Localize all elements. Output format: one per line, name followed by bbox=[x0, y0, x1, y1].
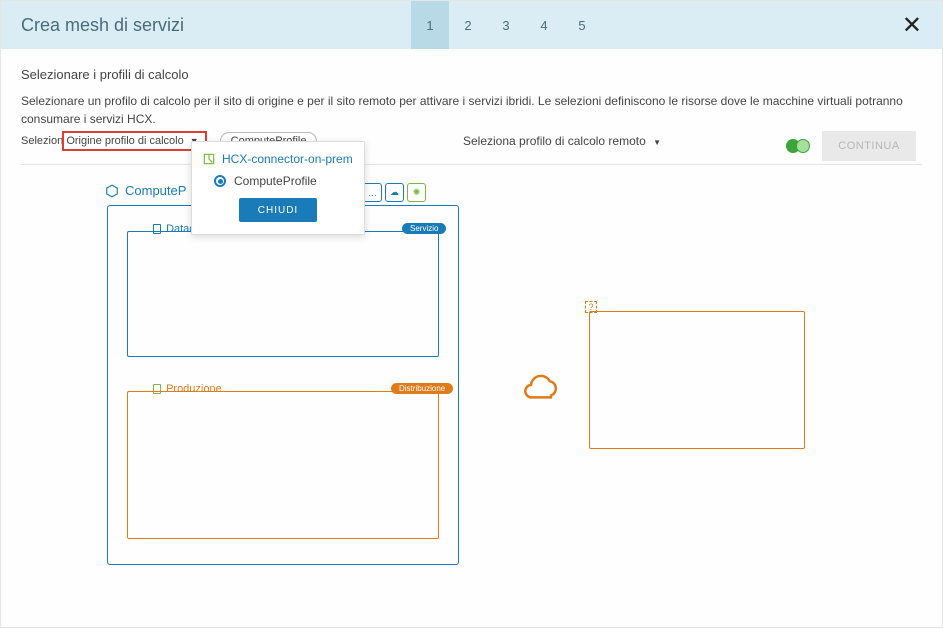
connector-icon bbox=[202, 152, 216, 166]
popover-option-label: ComputeProfile bbox=[234, 174, 317, 188]
close-icon[interactable]: ✕ bbox=[902, 11, 922, 40]
service-icon-5: ✺ bbox=[407, 183, 426, 202]
popover-option[interactable]: ComputeProfile bbox=[214, 174, 354, 188]
radio-selected-icon bbox=[214, 175, 226, 187]
cloud-icon bbox=[521, 373, 561, 403]
divider-line bbox=[21, 164, 922, 165]
popover-header-text: HCX-connector-on-prem bbox=[222, 152, 353, 166]
chevron-down-icon: ▼ bbox=[653, 138, 661, 147]
remote-container-box bbox=[589, 311, 805, 449]
compute-profile-header-label: ComputeP bbox=[125, 183, 186, 198]
distribution-badge: Distribuzione bbox=[391, 383, 453, 394]
diagram-canvas: ComputeP ⚡ •• … ☁ ✺ Datac Servizio Produ… bbox=[1, 183, 942, 603]
remote-profile-dropdown[interactable]: Seleziona profilo di calcolo remoto ▼ bbox=[463, 134, 661, 148]
step-2[interactable]: 2 bbox=[449, 1, 487, 49]
wizard-steps: 1 2 3 4 5 bbox=[411, 1, 601, 49]
origin-profile-dropdown-label: Origine profilo di calcolo bbox=[66, 133, 183, 149]
continue-button[interactable]: CONTINUA bbox=[822, 131, 916, 161]
status-toggle-icon[interactable] bbox=[786, 139, 810, 153]
profile-popover: HCX-connector-on-prem ComputeProfile CHI… bbox=[191, 141, 365, 235]
service-badge: Servizio bbox=[402, 223, 446, 234]
datacenter-box bbox=[127, 231, 439, 357]
section-description: Selezionare un profilo di calcolo per il… bbox=[21, 92, 922, 128]
step-5[interactable]: 5 bbox=[563, 1, 601, 49]
section-subtitle: Selezionare i profili di calcolo bbox=[21, 67, 922, 82]
service-icon-4: ☁ bbox=[385, 183, 404, 202]
status-dot-off bbox=[796, 139, 810, 153]
popover-close-button[interactable]: CHIUDI bbox=[239, 198, 317, 222]
production-box bbox=[127, 391, 439, 539]
popover-header: HCX-connector-on-prem bbox=[202, 152, 354, 166]
origin-profile-dropdown[interactable]: Origine profilo di calcolo ▼ bbox=[63, 132, 205, 150]
step-4[interactable]: 4 bbox=[525, 1, 563, 49]
service-icon-3: … bbox=[363, 183, 382, 202]
header-right-actions: CONTINUA bbox=[786, 131, 916, 161]
origin-prefix-label: Selezione bbox=[21, 135, 69, 147]
step-3[interactable]: 3 bbox=[487, 1, 525, 49]
remote-profile-label: Seleziona profilo di calcolo remoto bbox=[463, 134, 646, 148]
hexagon-icon bbox=[105, 184, 119, 198]
step-1[interactable]: 1 bbox=[411, 1, 449, 49]
wizard-title: Crea mesh di servizi bbox=[21, 15, 184, 36]
wizard-header: Crea mesh di servizi 1 2 3 4 5 ✕ bbox=[1, 1, 942, 49]
compute-profile-header: ComputeP bbox=[105, 183, 186, 198]
